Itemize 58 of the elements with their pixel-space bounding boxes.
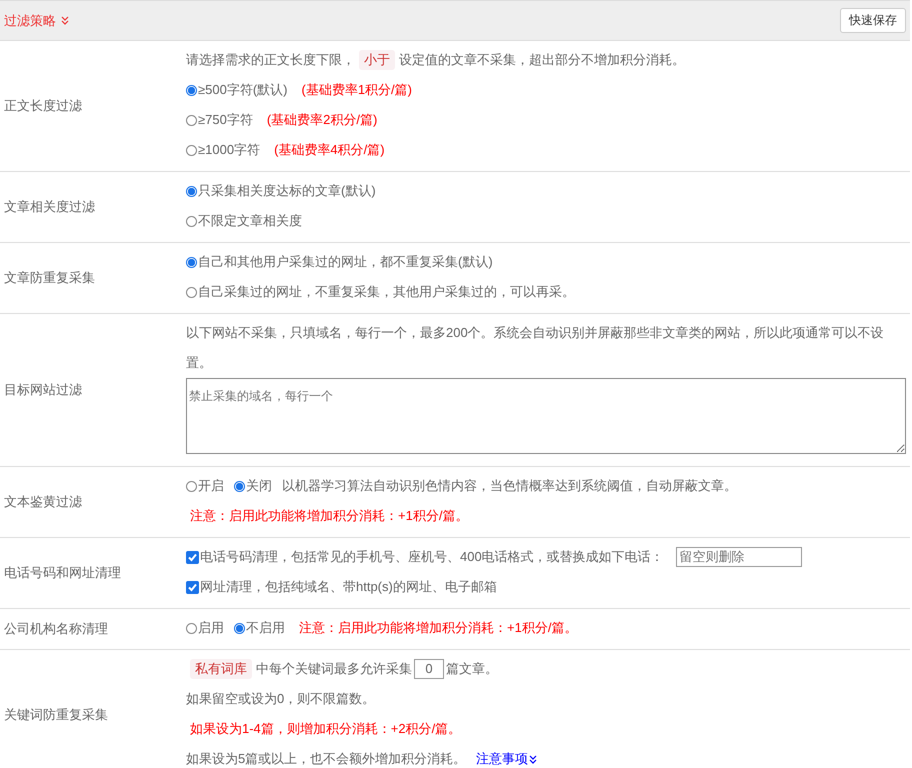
radio-button[interactable] [186,84,197,96]
checkbox-option[interactable]: 网址清理，包括纯域名、带http(s)的网址、电子邮箱 [186,572,497,602]
checkbox[interactable] [186,580,199,594]
radio-option[interactable]: ≥1000字符 [186,135,260,165]
radio-button[interactable] [186,114,197,126]
radio-button[interactable] [234,622,245,634]
description-text: 篇文章。 [446,660,498,678]
radio-button[interactable] [186,480,197,492]
chevron-down-icon [61,16,69,25]
radio-button[interactable] [186,216,197,226]
radio-button[interactable] [186,286,197,298]
keyword-tag: 小于 [359,50,395,70]
radio-option[interactable]: 不限定文章相关度 [186,206,302,236]
notes-link[interactable]: 注意事项 [476,744,528,768]
row-label: 文本鉴黄过滤 [4,493,82,511]
keyword-tag: 私有词库 [190,659,252,679]
row-label: 关键词防重复采集 [4,706,108,724]
description-text: 中每个关键词最多允许采集 [256,660,412,678]
warning-note: (基础费率4积分/篇) [274,141,385,159]
warning-note: 注意：启用此功能将增加积分消耗：+1积分/篇。 [190,507,468,525]
radio-option[interactable]: 自己和其他用户采集过的网址，都不重复采集(默认) [186,247,493,277]
row-label: 目标网站过滤 [4,381,82,399]
warning-note: (基础费率1积分/篇) [301,81,412,99]
radio-option[interactable]: 开启 [186,471,224,501]
domain-textarea[interactable]: 禁止采集的域名，每行一个 [186,378,906,454]
description-text: 如果留空或设为0，则不限篇数。 [186,690,376,708]
warning-note: (基础费率2积分/篇) [266,111,378,129]
warning-note: 注意：启用此功能将增加积分消耗：+1积分/篇。 [299,619,578,637]
row-label: 正文长度过滤 [4,97,82,115]
description-text: 设定值的文章不采集，超出部分不增加积分消耗。 [399,51,685,69]
count-input-field[interactable]: 0 [414,659,444,679]
description-text: 请选择需求的正文长度下限， [186,51,355,69]
radio-option[interactable]: 关闭 [234,471,272,501]
radio-option[interactable]: ≥750字符 [186,105,253,135]
description-text: 以机器学习算法自动识别色情内容，当色情概率达到系统阈值，自动屏蔽文章。 [282,477,737,495]
phone-input-field[interactable]: 留空则删除 [676,547,802,567]
row-label: 文章防重复采集 [4,269,95,287]
checkbox[interactable] [186,550,199,564]
radio-button[interactable] [186,256,197,268]
description-text: 以下网站不采集，只填域名，每行一个，最多200个。系统会自动识别并屏蔽那些非文章类的网站，所以此项通常可以不设置。 [186,324,885,372]
radio-button[interactable] [186,622,197,634]
chevron-down-icon [529,754,538,764]
radio-option[interactable]: 只采集相关度达标的文章(默认) [186,176,376,206]
radio-button[interactable] [234,480,245,492]
checkbox-option[interactable]: 电话号码清理，包括常见的手机号、座机号、400电话格式，或替换成如下电话： [186,542,664,572]
warning-note: 如果设为1-4篇，则增加积分消耗：+2积分/篇。 [190,720,462,738]
quick-save-button[interactable]: 快速保存 [840,8,906,33]
row-label: 电话号码和网址清理 [4,564,121,582]
radio-option[interactable]: 自己采集过的网址，不重复采集，其他用户采集过的，可以再采。 [186,277,575,307]
radio-button[interactable] [186,186,197,196]
row-label: 公司机构名称清理 [4,620,108,638]
description-text: 如果设为5篇或以上，也不会额外增加积分消耗。 [186,750,466,768]
radio-option[interactable]: 启用 [186,613,224,643]
row-label: 文章相关度过滤 [4,198,95,216]
radio-button[interactable] [186,144,197,156]
radio-option[interactable]: 不启用 [234,613,285,643]
section-title[interactable]: 过滤策略 [4,12,56,30]
radio-option[interactable]: ≥500字符(默认) [186,75,288,105]
